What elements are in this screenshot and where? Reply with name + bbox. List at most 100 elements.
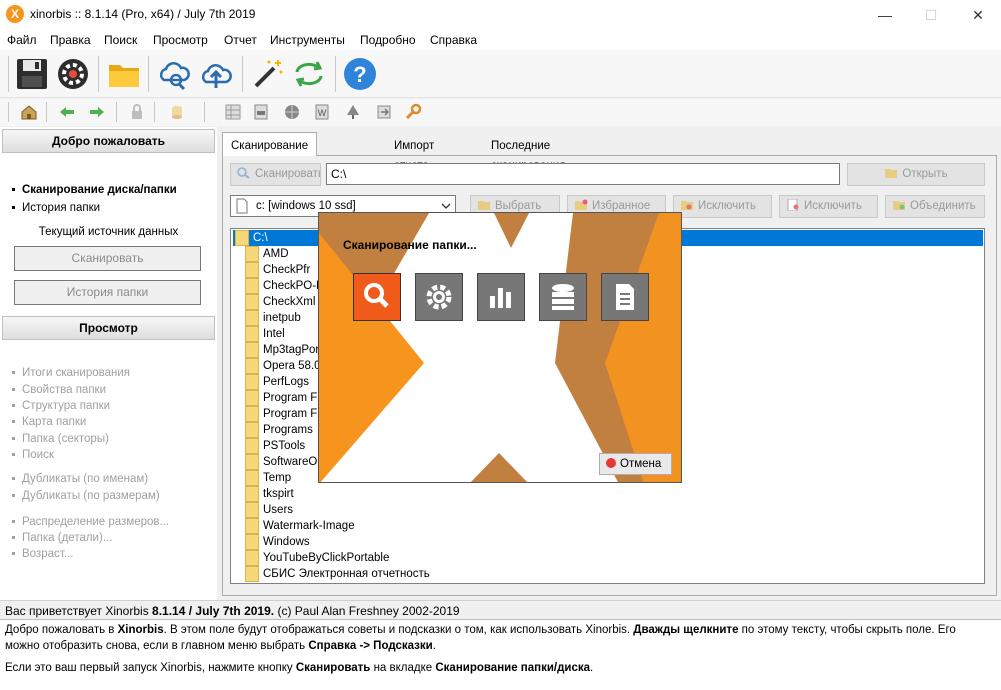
- menu-help[interactable]: Справка: [430, 33, 477, 47]
- sync-button[interactable]: [291, 56, 327, 92]
- sidebar-item-search[interactable]: Поиск: [12, 449, 54, 461]
- tree-item[interactable]: Programs: [245, 422, 313, 438]
- tree-item[interactable]: tkspirt: [245, 486, 294, 502]
- document-icon: [616, 284, 634, 310]
- cloud-upload-button[interactable]: [198, 56, 234, 92]
- tab-import-report[interactable]: Импорт отчета: [386, 136, 442, 172]
- sidebar-item-age[interactable]: Возраст...: [12, 548, 73, 560]
- tree-item[interactable]: SoftwareOK: [245, 454, 325, 470]
- combine-folder-icon: [893, 201, 905, 210]
- scan-progress-dialog: Сканирование папки... Отмена: [318, 212, 682, 483]
- back-arrow-icon[interactable]: [58, 103, 76, 121]
- step-chart[interactable]: [477, 273, 525, 321]
- wrench-icon[interactable]: [404, 103, 422, 121]
- welcome-header[interactable]: Добро пожаловать: [2, 129, 215, 153]
- sidebar-item-duplicates-sizes[interactable]: Дубликаты (по размерам): [12, 490, 160, 502]
- sidebar-item-scan-summary[interactable]: Итоги сканирования: [12, 367, 130, 379]
- sidebar-item-size-distribution[interactable]: Распределение размеров...: [12, 516, 169, 528]
- exclude-folder-button[interactable]: Исключить: [673, 195, 772, 218]
- tree-item[interactable]: CheckPO-P: [245, 278, 324, 294]
- open-folder-button[interactable]: [106, 56, 142, 92]
- tree-item[interactable]: Users: [245, 502, 293, 518]
- close-button[interactable]: ✕: [955, 0, 1001, 30]
- step-search[interactable]: [353, 273, 401, 321]
- cancel-button[interactable]: Отмена: [599, 453, 672, 475]
- sidebar-item-folder-details[interactable]: Папка (детали)...: [12, 532, 112, 544]
- home-icon[interactable]: [20, 103, 38, 121]
- sidebar-scan-button[interactable]: Сканировать: [14, 246, 201, 271]
- tree-item[interactable]: СБИС Электронная отчетность: [245, 566, 430, 582]
- folder-icon: [245, 246, 259, 262]
- open-button[interactable]: Открыть: [847, 163, 985, 186]
- menu-report[interactable]: Отчет: [224, 33, 257, 47]
- tips-panel[interactable]: Добро пожаловать в Xinorbis. В этом поле…: [0, 619, 1001, 690]
- database-icon[interactable]: [168, 103, 186, 121]
- view-header[interactable]: Просмотр: [2, 316, 215, 340]
- tree-item[interactable]: inetpub: [245, 310, 301, 326]
- globe-icon[interactable]: [283, 103, 301, 121]
- tree-item[interactable]: Intel: [245, 326, 285, 342]
- menu-edit[interactable]: Правка: [50, 33, 91, 47]
- sidebar-item-scan-disk-folder[interactable]: Сканирование диска/папки: [12, 184, 177, 196]
- tree-item[interactable]: Mp3tagPort: [245, 342, 322, 358]
- pdf-icon[interactable]: [252, 103, 270, 121]
- tab-recent-scans[interactable]: Последние сканирования: [483, 136, 573, 172]
- tree-item[interactable]: Program File: [245, 390, 329, 406]
- main-toolbar: ?: [0, 50, 1001, 98]
- menu-file[interactable]: Файл: [7, 33, 37, 47]
- tree-item[interactable]: Watermark-Image: [245, 518, 355, 534]
- sidebar-item-folder-properties[interactable]: Свойства папки: [12, 384, 106, 396]
- exclude-file-button[interactable]: Исключить: [779, 195, 878, 218]
- tree-item[interactable]: AMD: [245, 246, 289, 262]
- tree-item[interactable]: Temp: [245, 470, 291, 486]
- database-icon: [552, 284, 574, 310]
- tips-text-2: Если это ваш первый запуск Xinorbis, наж…: [5, 662, 594, 674]
- minimize-button[interactable]: —: [862, 0, 908, 30]
- step-report[interactable]: [601, 273, 649, 321]
- grid-report-icon[interactable]: [224, 103, 242, 121]
- status-bar: Вас приветствует Xinorbis 8.1.14 / July …: [0, 600, 1001, 620]
- settings-button[interactable]: [55, 56, 91, 92]
- save-button[interactable]: [14, 56, 50, 92]
- tree-item[interactable]: CheckXml: [245, 294, 315, 310]
- scan-button[interactable]: Сканировать: [230, 163, 321, 186]
- tree-item[interactable]: Program File: [245, 406, 329, 422]
- forward-arrow-icon[interactable]: [88, 103, 106, 121]
- folder-icon: [245, 262, 259, 278]
- word-document-icon[interactable]: W: [313, 103, 331, 121]
- sidebar-history-button[interactable]: История папки: [14, 280, 201, 305]
- sidebar-item-folder-structure[interactable]: Структура папки: [12, 400, 110, 412]
- combine-button[interactable]: Объединить: [885, 195, 985, 218]
- folder-icon: [478, 201, 490, 210]
- tree-item[interactable]: YouTubeByClickPortable: [245, 550, 389, 566]
- lock-icon[interactable]: [128, 103, 146, 121]
- sidebar-item-folder-sectors[interactable]: Папка (секторы): [12, 433, 109, 445]
- tree-item[interactable]: PerfLogs: [245, 374, 309, 390]
- cloud-search-button[interactable]: [156, 56, 192, 92]
- tree-item[interactable]: CheckPfr: [245, 262, 310, 278]
- folder-icon: [245, 470, 259, 486]
- tree-icon[interactable]: [344, 103, 362, 121]
- sidebar-item-folder-map[interactable]: Карта папки: [12, 416, 86, 428]
- help-icon: ?: [344, 58, 376, 90]
- maximize-button[interactable]: ☐: [908, 0, 954, 30]
- path-input[interactable]: C:\: [326, 163, 840, 185]
- menu-search[interactable]: Поиск: [104, 33, 137, 47]
- sidebar-item-folder-history[interactable]: История папки: [12, 202, 100, 214]
- tab-scan-disk-folder[interactable]: Сканирование диска/папки: [222, 132, 318, 178]
- step-settings[interactable]: [415, 273, 463, 321]
- magic-wand-button[interactable]: [250, 56, 286, 92]
- folder-icon: [245, 502, 259, 518]
- menu-tools[interactable]: Инструменты: [270, 33, 345, 47]
- folder-icon: [245, 406, 259, 422]
- tree-item[interactable]: Opera 58.0: [245, 358, 321, 374]
- menu-view[interactable]: Просмотр: [153, 33, 208, 47]
- title-bar: X xinorbis :: 8.1.14 (Pro, x64) / July 7…: [0, 0, 1001, 30]
- menu-details[interactable]: Подробно: [360, 33, 416, 47]
- export-icon[interactable]: [375, 103, 393, 121]
- tree-item[interactable]: Windows: [245, 534, 310, 550]
- step-database[interactable]: [539, 273, 587, 321]
- tree-item[interactable]: PSTools: [245, 438, 305, 454]
- help-button[interactable]: ?: [342, 56, 378, 92]
- sidebar-item-duplicates-names[interactable]: Дубликаты (по именам): [12, 473, 148, 485]
